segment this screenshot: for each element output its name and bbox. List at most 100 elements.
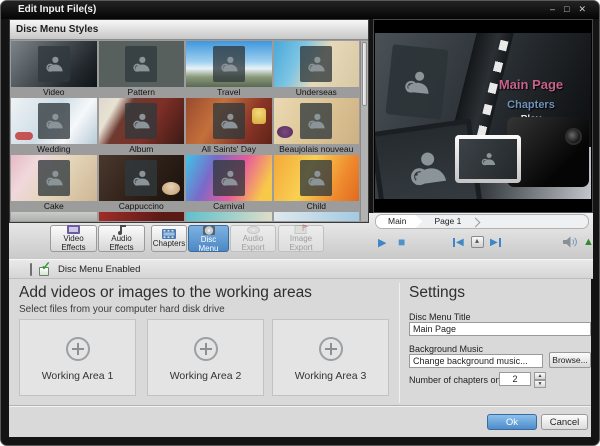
style-thumb-pattern[interactable]: Pattern <box>99 41 185 98</box>
person-placeholder-icon <box>125 103 157 139</box>
next-page-button[interactable]: ▶ <box>489 234 501 250</box>
style-preview-wedding <box>11 98 97 144</box>
camcorder-screen <box>455 135 521 183</box>
chapters-spinner: ▲ ▼ <box>534 372 546 388</box>
menu-chapters-link[interactable]: Chapters <box>479 99 583 111</box>
style-thumb-all-saints-day[interactable]: All Saints' Day <box>186 98 272 155</box>
styles-grid: Video Pattern Travel Underseas Wedding A… <box>11 41 359 221</box>
ok-button[interactable]: Ok <box>487 414 537 430</box>
go-to-main-menu-button[interactable] <box>471 234 484 250</box>
vertical-divider <box>399 283 400 403</box>
chapters-per-page-input[interactable] <box>499 372 531 386</box>
style-preview-cappuccino <box>99 155 185 201</box>
audio-export-button[interactable]: Audio Export <box>230 225 276 252</box>
edit-input-files-dialog: Edit Input File(s) – □ ✕ Disc Menu Style… <box>0 0 600 446</box>
style-thumb-partial[interactable] <box>186 212 272 221</box>
image-export-button[interactable]: Image Export <box>278 225 324 252</box>
disc-menu-title-label: Disc Menu Title <box>409 312 471 322</box>
style-thumb-wedding[interactable]: Wedding <box>11 98 97 155</box>
person-placeholder-icon <box>38 46 70 82</box>
camcorder-lens <box>565 128 582 145</box>
style-preview-pattern <box>99 41 185 87</box>
style-preview-carnival <box>186 155 272 201</box>
disc-menu-title-input[interactable] <box>409 322 591 336</box>
settings-heading: Settings <box>409 284 465 302</box>
chapters-button[interactable]: Chapters <box>151 225 187 252</box>
stop-button[interactable]: ■ <box>398 234 405 250</box>
image-export-icon <box>294 224 309 235</box>
style-preview-underseas <box>274 41 360 87</box>
person-placeholder-icon <box>459 139 517 179</box>
add-file-icon <box>319 337 343 361</box>
page-tabbar: Main Page 1 <box>375 214 589 229</box>
style-thumb-carnival[interactable]: Carnival <box>186 155 272 212</box>
style-preview-cake <box>11 155 97 201</box>
style-thumb-partial[interactable] <box>11 212 97 221</box>
style-preview-child <box>274 155 360 201</box>
style-thumb-cappuccino[interactable]: Cappuccino <box>99 155 185 212</box>
working-areas-heading: Add videos or images to the working area… <box>19 284 312 302</box>
minimize-icon[interactable]: – <box>550 3 555 16</box>
menu-preview-scene: Main Page Chapters • Play • <box>375 33 591 199</box>
browse-button[interactable]: Browse... <box>549 352 591 368</box>
person-placeholder-icon <box>213 46 245 82</box>
close-icon[interactable]: ✕ <box>578 3 586 16</box>
window-controls: – □ ✕ <box>550 3 586 16</box>
styles-scrollbar-thumb[interactable] <box>362 42 367 106</box>
main-menu-icon <box>471 236 484 248</box>
style-thumb-partial[interactable] <box>99 212 185 221</box>
style-thumb-travel[interactable]: Travel <box>186 41 272 98</box>
spinner-down-icon[interactable]: ▼ <box>534 380 546 388</box>
menu-title-text[interactable]: Main Page <box>479 77 583 92</box>
title-bar: Edit Input File(s) – □ ✕ <box>1 1 599 19</box>
expand-up-icon[interactable]: ▲ <box>583 234 594 250</box>
working-area-3[interactable]: Working Area 3 <box>272 319 389 396</box>
chevron-right-icon <box>471 215 483 228</box>
check-icon: ✓ <box>41 259 51 273</box>
styles-panel-header: Disc Menu Styles <box>10 20 368 40</box>
maximize-icon[interactable]: □ <box>564 3 569 16</box>
disc-menu-enabled-checkbox[interactable]: ✓ <box>39 263 53 276</box>
person-placeholder-icon <box>300 160 332 196</box>
styles-scrollbar[interactable] <box>360 41 368 221</box>
spinner-up-icon[interactable]: ▲ <box>534 372 546 380</box>
previous-page-button[interactable]: ◀ <box>453 234 465 250</box>
background-music-input[interactable] <box>409 354 543 368</box>
menu-preview-panel: Main Page Chapters • Play • <box>373 19 593 213</box>
add-file-icon <box>66 337 90 361</box>
disc-menu-styles-panel: Disc Menu Styles Video Pattern Travel Un… <box>9 19 369 223</box>
tab-main[interactable]: Main <box>376 215 422 228</box>
style-thumb-underseas[interactable]: Underseas <box>274 41 360 98</box>
style-preview-beaujolais-nouveau <box>274 98 360 144</box>
style-thumb-cake[interactable]: Cake <box>11 155 97 212</box>
volume-button[interactable] <box>563 234 578 250</box>
cancel-button[interactable]: Cancel <box>541 414 588 430</box>
style-thumb-partial[interactable] <box>274 212 360 221</box>
working-area-2[interactable]: Working Area 2 <box>147 319 264 396</box>
style-thumb-album[interactable]: Album <box>99 98 185 155</box>
style-thumb-video[interactable]: Video <box>11 41 97 98</box>
person-placeholder-icon <box>213 103 245 139</box>
audio-effects-button[interactable]: Audio Effects <box>98 225 145 252</box>
disc-menu-icon <box>202 224 216 236</box>
person-placeholder-icon <box>300 103 332 139</box>
grip-handle <box>30 263 32 276</box>
person-placeholder-icon <box>38 160 70 196</box>
disc-menu-enabled-label: Disc Menu Enabled <box>58 264 140 275</box>
person-placeholder-icon <box>125 46 157 82</box>
person-placeholder-icon <box>213 160 245 196</box>
add-file-icon <box>194 337 218 361</box>
working-area-1[interactable]: Working Area 1 <box>19 319 136 396</box>
tab-page-1[interactable]: Page 1 <box>422 215 471 228</box>
style-thumb-beaujolais-nouveau[interactable]: Beaujolais nouveau <box>274 98 360 155</box>
play-button[interactable]: ▶ <box>378 234 386 250</box>
background-music-label: Background Music <box>409 344 483 354</box>
person-placeholder-icon <box>125 160 157 196</box>
video-effects-button[interactable]: Video Effects <box>50 225 97 252</box>
status-row: ✓ Disc Menu Enabled <box>9 259 593 279</box>
style-thumb-child[interactable]: Child <box>274 155 360 212</box>
disc-menu-button[interactable]: Disc Menu <box>188 225 229 252</box>
window-title: Edit Input File(s) <box>18 4 96 15</box>
person-placeholder-icon[interactable] <box>385 44 448 119</box>
style-preview-all-saints-day <box>186 98 272 144</box>
